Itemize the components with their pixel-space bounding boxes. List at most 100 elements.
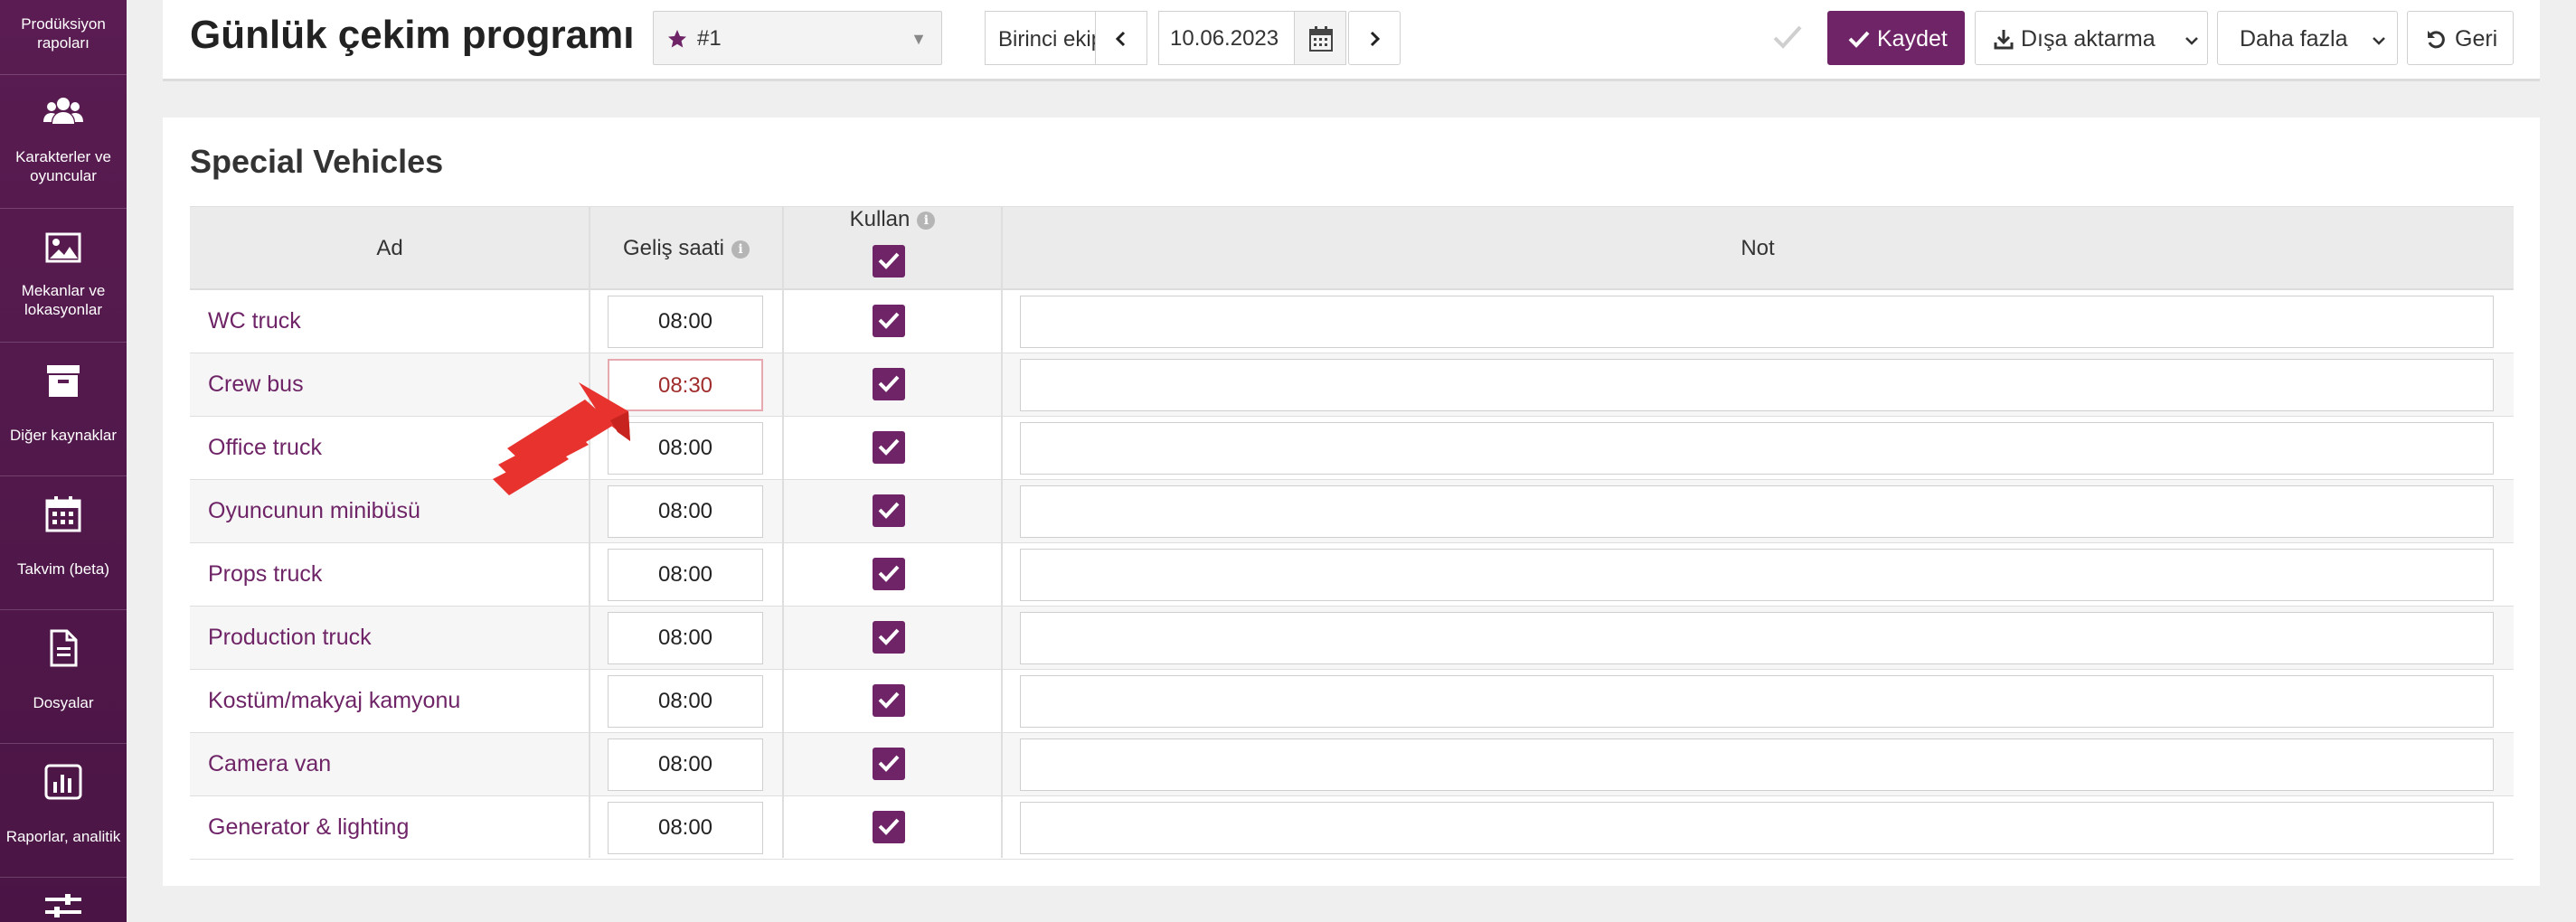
check-icon	[878, 375, 900, 392]
use-checkbox[interactable]	[873, 684, 905, 717]
vehicle-name-link[interactable]: Camera van	[208, 751, 331, 777]
arrival-time-input[interactable]: 08:00	[608, 612, 763, 664]
use-checkbox[interactable]	[873, 621, 905, 654]
column-header-note: Not	[1002, 207, 2514, 291]
more-button[interactable]: Daha fazla	[2217, 11, 2398, 65]
sidebar-item-label: Raporlar, analitik	[5, 828, 121, 845]
sidebar-item-locations[interactable]: Mekanlar ve lokasyonlar	[0, 209, 127, 343]
sidebar-item-label: Diğer kaynaklar	[9, 427, 118, 444]
use-checkbox[interactable]	[873, 811, 905, 843]
sidebar-item-files[interactable]: Dosyalar	[0, 610, 127, 744]
caret-down-icon: ▼	[911, 30, 927, 48]
use-checkbox[interactable]	[873, 558, 905, 590]
arrival-time-input[interactable]: 08:00	[608, 739, 763, 791]
sidebar-item-settings[interactable]	[0, 878, 127, 922]
page-title: Günlük çekim programı	[190, 13, 635, 57]
note-input[interactable]	[1020, 612, 2494, 664]
sidebar-item-resources[interactable]: Diğer kaynaklar	[0, 343, 127, 476]
bar-chart-icon	[44, 764, 82, 800]
note-input[interactable]	[1020, 739, 2494, 791]
check-icon	[878, 438, 900, 456]
prev-date-button[interactable]	[1095, 11, 1147, 65]
use-checkbox[interactable]	[873, 494, 905, 527]
column-header-arrival: Geliş saati i	[590, 207, 783, 291]
vehicle-name-link[interactable]: Production truck	[208, 625, 372, 651]
arrival-time-input[interactable]: 08:00	[608, 296, 763, 348]
table-row: Kostüm/makyaj kamyonu 08:00	[190, 670, 2514, 733]
table-header: Ad Geliş saati i Kullan i Not	[190, 206, 2514, 290]
vehicle-name-link[interactable]: Office truck	[208, 435, 322, 461]
note-input[interactable]	[1020, 549, 2494, 601]
sidebar-item-label: Karakterler ve oyuncular	[15, 148, 111, 184]
table-row: Props truck 08:00	[190, 543, 2514, 607]
saved-check-icon	[1773, 25, 1802, 49]
chevron-down-icon	[2185, 37, 2198, 45]
info-icon[interactable]: i	[731, 240, 750, 259]
column-divider	[589, 206, 590, 858]
arrival-time-input[interactable]: 08:00	[608, 549, 763, 601]
table-row: Production truck 08:00	[190, 607, 2514, 670]
sidebar-item-analytics[interactable]: Raporlar, analitik	[0, 744, 127, 878]
note-input[interactable]	[1020, 485, 2494, 538]
sliders-icon	[45, 894, 81, 917]
table-row: Generator & lighting 08:00	[190, 796, 2514, 860]
more-button-label: Daha fazla	[2240, 26, 2348, 52]
back-button[interactable]: Geri	[2407, 11, 2514, 65]
column-divider	[1001, 206, 1003, 858]
back-button-label: Geri	[2455, 26, 2498, 52]
sidebar-item-label: Mekanlar ve lokasyonlar	[21, 282, 106, 318]
favorite-select-value: #1	[697, 26, 722, 51]
arrival-time-input[interactable]: 08:00	[608, 802, 763, 854]
column-header-label: Kullan	[849, 207, 911, 231]
sidebar-item-label: Dosyalar	[33, 694, 94, 711]
download-icon	[1994, 30, 2014, 50]
vehicle-name-link[interactable]: Crew bus	[208, 372, 304, 398]
check-icon	[878, 628, 900, 645]
vehicle-name-link[interactable]: Generator & lighting	[208, 814, 409, 841]
select-all-checkbox[interactable]	[873, 245, 905, 278]
note-input[interactable]	[1020, 422, 2494, 475]
vehicle-name-link[interactable]: WC truck	[208, 308, 301, 334]
sidebar-item-characters[interactable]: Karakterler ve oyuncular	[0, 75, 127, 209]
check-icon	[878, 252, 900, 269]
note-input[interactable]	[1020, 802, 2494, 854]
note-input[interactable]	[1020, 359, 2494, 411]
arrival-time-input[interactable]: 08:00	[608, 675, 763, 728]
column-divider	[782, 206, 784, 858]
star-icon	[668, 30, 686, 48]
vehicle-name-link[interactable]: Kostüm/makyaj kamyonu	[208, 688, 460, 714]
favorite-select[interactable]: #1 ▼	[653, 11, 942, 65]
save-button[interactable]: Kaydet	[1827, 11, 1965, 65]
sidebar-item-calendar[interactable]: Takvim (beta)	[0, 476, 127, 610]
date-input[interactable]: 10.06.2023	[1158, 11, 1294, 65]
vehicle-name-link[interactable]: Oyuncunun minibüsü	[208, 498, 420, 524]
column-header-use: Kullan i	[783, 207, 1002, 291]
date-input-value: 10.06.2023	[1170, 26, 1279, 51]
export-button[interactable]: Dışa aktarma	[1975, 11, 2208, 65]
sidebar-item-label: Takvim (beta)	[16, 560, 110, 578]
sidebar: Prodüksiyon rapoları Karakterler ve oyun…	[0, 0, 127, 922]
note-input[interactable]	[1020, 675, 2494, 728]
check-icon	[878, 818, 900, 835]
panel-title: Special Vehicles	[190, 143, 444, 180]
image-icon	[45, 232, 81, 263]
vehicle-name-link[interactable]: Props truck	[208, 561, 322, 588]
table-row: Camera van 08:00	[190, 733, 2514, 796]
team-select[interactable]: Birinci ekip	[985, 11, 1095, 65]
next-date-button[interactable]	[1348, 11, 1401, 65]
chevron-down-icon	[2373, 37, 2385, 45]
document-icon	[50, 629, 78, 667]
sidebar-item-reports[interactable]: Prodüksiyon rapoları	[0, 0, 127, 75]
check-icon	[878, 312, 900, 329]
check-icon	[878, 692, 900, 709]
chevron-left-icon	[1115, 31, 1126, 47]
column-header-label: Not	[1741, 236, 1775, 260]
use-checkbox[interactable]	[873, 368, 905, 400]
check-icon	[878, 755, 900, 772]
calendar-button[interactable]	[1294, 11, 1346, 65]
info-icon[interactable]: i	[917, 212, 936, 230]
note-input[interactable]	[1020, 296, 2494, 348]
use-checkbox[interactable]	[873, 305, 905, 337]
use-checkbox[interactable]	[873, 748, 905, 780]
use-checkbox[interactable]	[873, 431, 905, 464]
